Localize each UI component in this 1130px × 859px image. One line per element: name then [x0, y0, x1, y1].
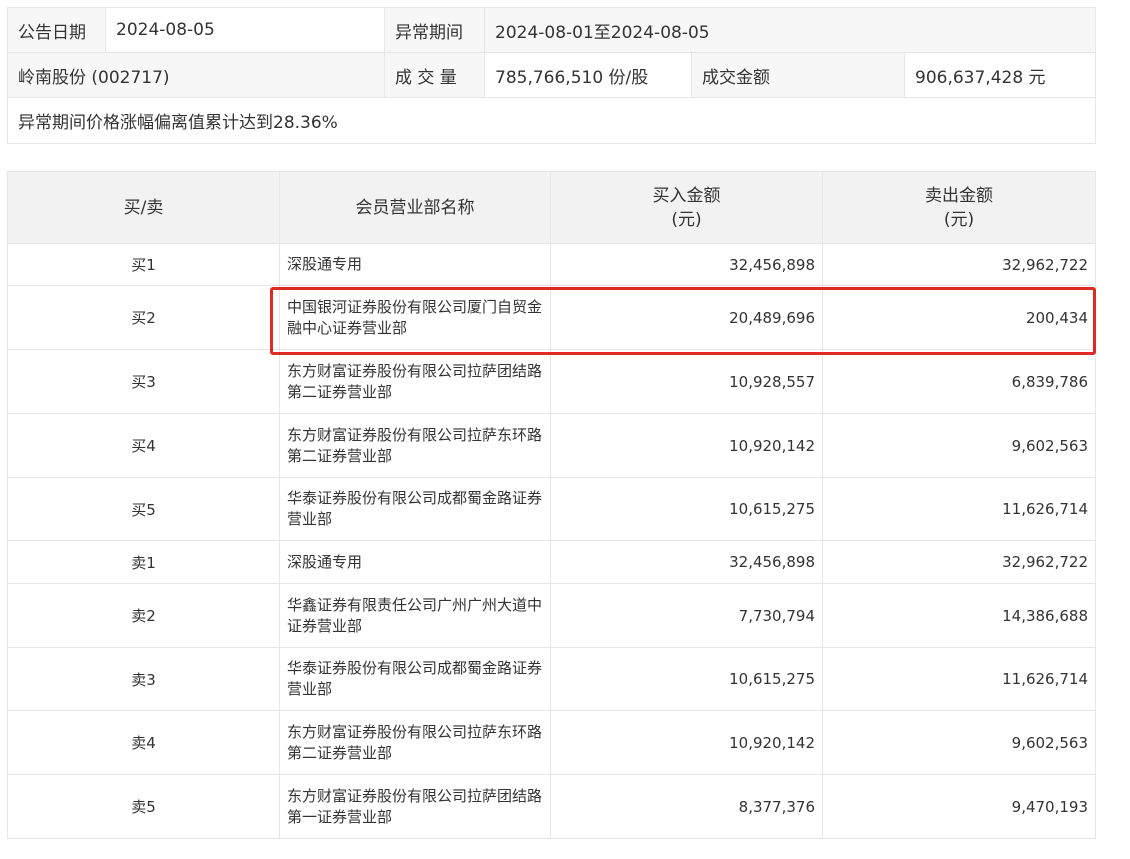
header-sell-line2: (元) — [943, 209, 975, 230]
row-side: 卖3 — [7, 647, 280, 711]
row-side: 买5 — [7, 477, 280, 541]
table-row: 买4 东方财富证券股份有限公司拉萨东环路第二证券营业部 10,920,142 9,60… — [7, 413, 1096, 478]
row-buy-amount: 32,456,898 — [550, 243, 823, 286]
stock-info-table: 公告日期 2024-08-05 异常期间 2024-08-01至2024-08-… — [7, 7, 1096, 144]
table-row: 买3 东方财富证券股份有限公司拉萨团结路第二证券营业部 10,928,557 6,83… — [7, 349, 1096, 414]
header-buy: 买入金额 (元) — [550, 171, 823, 244]
header-side: 买/卖 — [7, 171, 280, 244]
abnormal-period-label: 异常期间 — [384, 7, 485, 53]
row-buy-amount: 10,615,275 — [550, 647, 823, 711]
turnover-label: 成交金额 — [691, 52, 905, 98]
row-buy-amount: 10,615,275 — [550, 477, 823, 541]
row-side: 卖2 — [7, 583, 280, 648]
row-dept: 华泰证券股份有限公司成都蜀金路证券营业部 — [279, 477, 551, 541]
row-sell-amount: 32,962,722 — [822, 243, 1096, 286]
row-dept: 华鑫证券有限责任公司广州广州大道中证券营业部 — [279, 583, 551, 648]
volume-label: 成 交 量 — [384, 52, 485, 98]
row-dept: 东方财富证券股份有限公司拉萨东环路第二证券营业部 — [279, 710, 551, 775]
row-sell-amount: 14,386,688 — [822, 583, 1096, 648]
turnover-value: 906,637,428 元 — [904, 52, 1096, 98]
row-sell-amount: 6,839,786 — [822, 349, 1096, 414]
row-sell-amount: 200,434 — [822, 285, 1096, 350]
header-buy-line2: (元) — [671, 209, 702, 230]
row-buy-amount: 7,730,794 — [550, 583, 823, 648]
row-side: 买4 — [7, 413, 280, 478]
header-sell-line1: 卖出金额 — [925, 185, 993, 206]
row-sell-amount: 32,962,722 — [822, 540, 1096, 584]
trade-table: 买/卖 会员营业部名称 买入金额 (元) 卖出金额 (元) 买1 深股通专用 32,… — [7, 171, 1096, 839]
row-dept: 东方财富证券股份有限公司拉萨东环路第二证券营业部 — [279, 413, 551, 478]
stock-name: 岭南股份 (002717) — [7, 52, 385, 98]
row-sell-amount: 9,602,563 — [822, 413, 1096, 478]
row-side: 卖5 — [7, 774, 280, 839]
abnormal-period-value: 2024-08-01至2024-08-05 — [484, 7, 1096, 53]
announce-date-label: 公告日期 — [7, 7, 106, 53]
row-buy-amount: 10,920,142 — [550, 413, 823, 478]
row-buy-amount: 32,456,898 — [550, 540, 823, 584]
table-row: 买2 中国银河证券股份有限公司厦门自贸金融中心证券营业部 20,489,696 200… — [7, 285, 1096, 350]
row-side: 买2 — [7, 285, 280, 350]
row-sell-amount: 11,626,714 — [822, 477, 1096, 541]
table-row: 卖5 东方财富证券股份有限公司拉萨团结路第一证券营业部 8,377,376 9,470… — [7, 774, 1096, 839]
row-dept: 中国银河证券股份有限公司厦门自贸金融中心证券营业部 — [279, 285, 551, 350]
header-buy-line1: 买入金额 — [652, 185, 721, 206]
header-dept: 会员营业部名称 — [279, 171, 551, 244]
row-dept: 东方财富证券股份有限公司拉萨团结路第二证券营业部 — [279, 349, 551, 414]
row-sell-amount: 9,602,563 — [822, 710, 1096, 775]
row-buy-amount: 10,928,557 — [550, 349, 823, 414]
volume-value: 785,766,510 份/股 — [484, 52, 692, 98]
row-sell-amount: 9,470,193 — [822, 774, 1096, 839]
row-side: 买3 — [7, 349, 280, 414]
row-side: 买1 — [7, 243, 280, 286]
row-dept: 东方财富证券股份有限公司拉萨团结路第一证券营业部 — [279, 774, 551, 839]
row-side: 卖4 — [7, 710, 280, 775]
row-side: 卖1 — [7, 540, 280, 584]
trade-table-header: 买/卖 会员营业部名称 买入金额 (元) 卖出金额 (元) — [7, 171, 1096, 244]
row-dept: 深股通专用 — [279, 243, 551, 286]
row-buy-amount: 20,489,696 — [550, 285, 823, 350]
row-dept: 华泰证券股份有限公司成都蜀金路证券营业部 — [279, 647, 551, 711]
announce-date-value: 2024-08-05 — [105, 7, 385, 53]
table-row: 买5 华泰证券股份有限公司成都蜀金路证券营业部 10,615,275 11,626,7… — [7, 477, 1096, 541]
row-buy-amount: 8,377,376 — [550, 774, 823, 839]
table-row: 卖2 华鑫证券有限责任公司广州广州大道中证券营业部 7,730,794 14,386,… — [7, 583, 1096, 648]
table-row: 买1 深股通专用 32,456,898 32,962,722 — [7, 243, 1096, 286]
table-row: 卖1 深股通专用 32,456,898 32,962,722 — [7, 540, 1096, 584]
row-dept: 深股通专用 — [279, 540, 551, 584]
table-row: 卖3 华泰证券股份有限公司成都蜀金路证券营业部 10,615,275 11,626,7… — [7, 647, 1096, 711]
row-buy-amount: 10,920,142 — [550, 710, 823, 775]
abnormal-reason: 异常期间价格涨幅偏离值累计达到28.36% — [7, 97, 1096, 144]
row-sell-amount: 11,626,714 — [822, 647, 1096, 711]
header-sell: 卖出金额 (元) — [822, 171, 1096, 244]
table-row: 卖4 东方财富证券股份有限公司拉萨东环路第二证券营业部 10,920,142 9,60… — [7, 710, 1096, 775]
